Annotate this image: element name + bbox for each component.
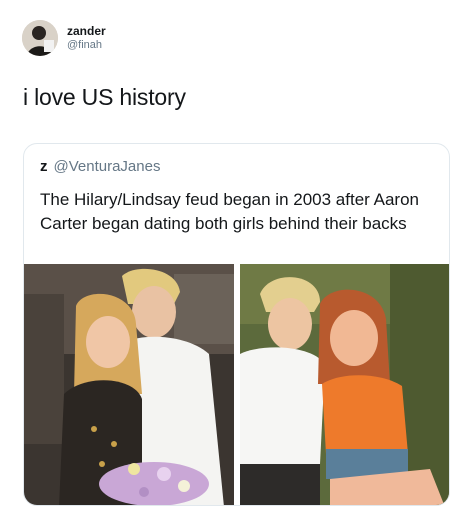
quoted-tweet[interactable]: z @VenturaJanes The Hilary/Lindsay feud b… [23,143,450,506]
author-handle[interactable]: @finah [67,39,102,51]
avatar[interactable] [22,20,58,56]
quoted-author-handle: @VenturaJanes [53,158,161,175]
couple-photo-image [24,264,234,505]
tweet-text: i love US history [23,84,186,110]
couple-photo-orange-image [240,264,449,505]
quoted-author-name: z [40,158,48,175]
tweet-card: zander @finah i love US history z @Ventur… [0,0,474,531]
quoted-photo-right[interactable] [240,264,449,505]
avatar-image [22,20,58,56]
quoted-tweet-text: The Hilary/Lindsay feud began in 2003 af… [40,190,419,233]
quoted-photo-left[interactable] [24,264,234,505]
quoted-tweet-header: z @VenturaJanes [40,158,160,175]
author-name[interactable]: zander [67,24,106,38]
